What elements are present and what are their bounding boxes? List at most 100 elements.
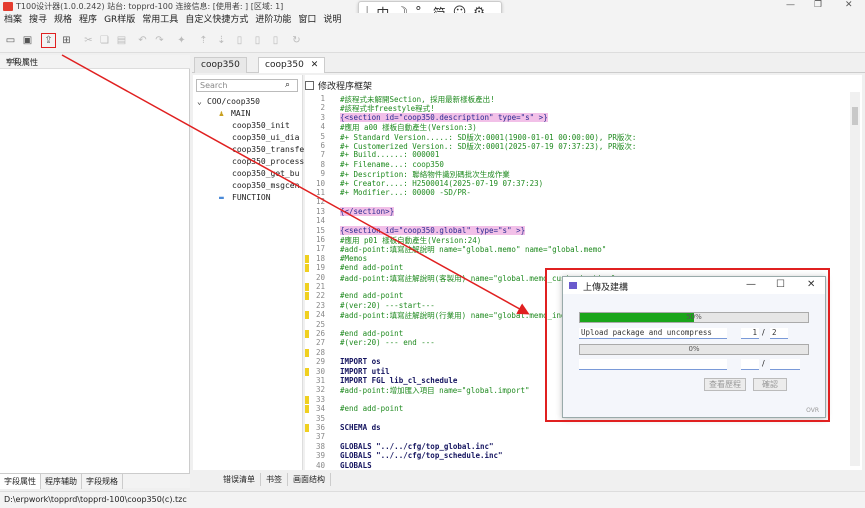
tree-item[interactable]: coop350_get_bu bbox=[232, 169, 299, 178]
tool-icon[interactable]: ✦ bbox=[175, 34, 188, 47]
code-line[interactable]: GLOBALS bbox=[340, 461, 372, 470]
tree-item[interactable]: MAIN bbox=[231, 109, 250, 118]
line-number: 8 bbox=[320, 159, 325, 169]
line-number: 19 bbox=[315, 263, 325, 273]
code-line[interactable]: SCHEMA ds bbox=[340, 423, 381, 432]
line-number: 35 bbox=[315, 413, 325, 423]
doc-tab-2[interactable]: coop350 ✕ bbox=[258, 57, 326, 73]
code-line[interactable]: #+ Filename...: coop350 bbox=[340, 160, 444, 169]
menu-common-tools[interactable]: 常用工具 bbox=[142, 13, 178, 28]
change-marker bbox=[305, 395, 309, 404]
code-line[interactable]: #(ver:20) ---start--- bbox=[340, 301, 435, 310]
code-line[interactable]: #end add-point bbox=[340, 263, 403, 272]
menu-gr-template[interactable]: GR样版 bbox=[104, 13, 135, 28]
code-line[interactable]: #+ Modifier...: 00000 -SD/PR- bbox=[340, 188, 471, 197]
tab-error-list[interactable]: 错误清单 bbox=[218, 473, 261, 486]
upload-build-icon[interactable]: ⇪ bbox=[41, 33, 56, 48]
tree-item[interactable]: coop350_transfe bbox=[232, 145, 304, 154]
move-up-icon[interactable]: ⇡ bbox=[197, 34, 210, 47]
menu-program[interactable]: 程序 bbox=[79, 13, 97, 28]
change-marker bbox=[305, 311, 309, 320]
tree-item[interactable]: coop350_init bbox=[232, 121, 290, 130]
code-line[interactable]: IMPORT FGL lib_cl_schedule bbox=[340, 376, 457, 385]
move-down-icon[interactable]: ⇣ bbox=[215, 34, 228, 47]
cut-icon[interactable]: ✂ bbox=[82, 34, 95, 47]
tab-program-assist[interactable]: 程序辅助 bbox=[41, 474, 82, 489]
menu-window[interactable]: 窗口 bbox=[298, 13, 316, 28]
menu-custom-shortcuts[interactable]: 自定义快捷方式 bbox=[185, 13, 248, 28]
line-number: 32 bbox=[315, 385, 325, 395]
search-icon[interactable]: ⌕ bbox=[285, 80, 290, 90]
tab-field-spec[interactable]: 字段规格 bbox=[82, 474, 123, 489]
editor-scrollbar[interactable] bbox=[850, 92, 860, 466]
line-number: 15 bbox=[315, 225, 325, 235]
redo-icon[interactable]: ↷ bbox=[153, 34, 166, 47]
menu-spec[interactable]: 规格 bbox=[54, 13, 72, 28]
code-line[interactable]: {<section id="coop350.global" type="s" >… bbox=[340, 225, 526, 235]
window-title: T100设计器(1.0.0.242) 站台: topprd-100 连接信息: … bbox=[16, 2, 284, 11]
line-number: 16 bbox=[315, 235, 325, 244]
code-line[interactable]: {</section>} bbox=[340, 206, 395, 216]
save-icon[interactable]: ▣ bbox=[21, 34, 34, 47]
code-line[interactable]: #+ Creator....: H2500014(2025-07-19 07:3… bbox=[340, 179, 543, 188]
line-number: 34 bbox=[315, 404, 325, 414]
code-line[interactable]: #+ Build......: 000001 bbox=[340, 150, 439, 159]
code-line[interactable]: #(ver:20) --- end --- bbox=[340, 338, 435, 347]
doc-icon[interactable]: ▯ bbox=[233, 34, 246, 47]
doc2-icon[interactable]: ▯ bbox=[251, 34, 264, 47]
close-icon[interactable]: ✕ bbox=[845, 0, 853, 10]
menu-help[interactable]: 说明 bbox=[323, 13, 341, 28]
line-number: 5 bbox=[320, 131, 325, 141]
code-line[interactable]: {<section id="coop350.description" type=… bbox=[340, 112, 548, 122]
code-line[interactable]: IMPORT util bbox=[340, 367, 390, 376]
paste-icon[interactable]: ▤ bbox=[115, 34, 128, 47]
scrollbar-thumb[interactable] bbox=[852, 107, 858, 125]
line-number: 20 bbox=[315, 272, 325, 282]
line-number: 40 bbox=[315, 460, 325, 470]
tree-expander-icon[interactable]: ⌄ bbox=[197, 97, 202, 106]
menu-bar: 档案 搜寻 规格 程序 GR样版 常用工具 自定义快捷方式 进阶功能 窗口 说明 bbox=[0, 13, 865, 28]
tab-bookmarks[interactable]: 书签 bbox=[261, 473, 288, 486]
annotation-highlight-box bbox=[545, 268, 830, 422]
network-icon[interactable]: ⊞ bbox=[60, 34, 73, 47]
menu-advanced[interactable]: 进阶功能 bbox=[255, 13, 291, 28]
tree-item[interactable]: coop350_ui_dia bbox=[232, 133, 299, 142]
refresh-icon[interactable]: ↻ bbox=[290, 34, 303, 47]
doc3-icon[interactable]: ▯ bbox=[269, 34, 282, 47]
code-line[interactable]: IMPORT os bbox=[340, 357, 381, 366]
tab-screen-structure[interactable]: 画面结构 bbox=[288, 473, 331, 486]
menu-file[interactable]: 档案 bbox=[4, 13, 22, 28]
status-path: D:\erpwork\topprd\topprd-100\coop350(c).… bbox=[4, 495, 187, 504]
code-line[interactable]: #add-point:增加匯入項目 name="global.import" bbox=[340, 385, 530, 396]
tree-item[interactable]: COO/coop350 bbox=[207, 97, 260, 106]
menu-search[interactable]: 搜寻 bbox=[29, 13, 47, 28]
folder-icon: ▬ bbox=[219, 193, 224, 202]
tree-item[interactable]: coop350_msgcen bbox=[232, 181, 299, 190]
change-marker bbox=[305, 330, 309, 338]
line-number: 37 bbox=[315, 432, 325, 442]
code-line[interactable]: #end add-point bbox=[340, 404, 403, 413]
code-line[interactable]: GLOBALS "../../cfg/top_schedule.inc" bbox=[340, 451, 503, 460]
code-line[interactable]: #end add-point bbox=[340, 329, 403, 338]
tab-field-properties[interactable]: 字段属性 bbox=[0, 474, 41, 489]
checkbox-box[interactable] bbox=[305, 81, 314, 90]
program-tree: Search ⌕ ⌄ COO/coop350 ♟ MAIN coop350_in… bbox=[193, 75, 304, 470]
code-line[interactable]: #end add-point bbox=[340, 291, 403, 300]
maximize-icon[interactable]: ❐ bbox=[814, 0, 822, 10]
code-line[interactable]: #add-point:填寫註解說明 name="global.memo" nam… bbox=[340, 244, 606, 255]
tab-close-icon[interactable]: ✕ bbox=[311, 60, 319, 70]
pin-close-icon[interactable]: ▾ ⊞ ✕ bbox=[6, 56, 186, 65]
copy-icon[interactable]: ❏ bbox=[98, 34, 111, 47]
tree-item[interactable]: FUNCTION bbox=[232, 193, 271, 202]
tree-search-input[interactable]: Search bbox=[196, 79, 298, 92]
code-line[interactable]: #Memos bbox=[340, 254, 367, 263]
undo-icon[interactable]: ↶ bbox=[136, 34, 149, 47]
line-number: 22 bbox=[315, 291, 325, 301]
code-line[interactable]: GLOBALS "../../cfg/top_global.inc" bbox=[340, 442, 494, 451]
tree-item[interactable]: coop350_process bbox=[232, 157, 304, 166]
minimize-icon[interactable]: — bbox=[786, 0, 795, 10]
doc-tab-1-label: coop350 bbox=[201, 60, 240, 70]
doc-tab-1[interactable]: coop350 bbox=[194, 57, 247, 73]
line-number: 9 bbox=[320, 169, 325, 179]
open-folder-icon[interactable]: ▭ bbox=[4, 34, 17, 47]
